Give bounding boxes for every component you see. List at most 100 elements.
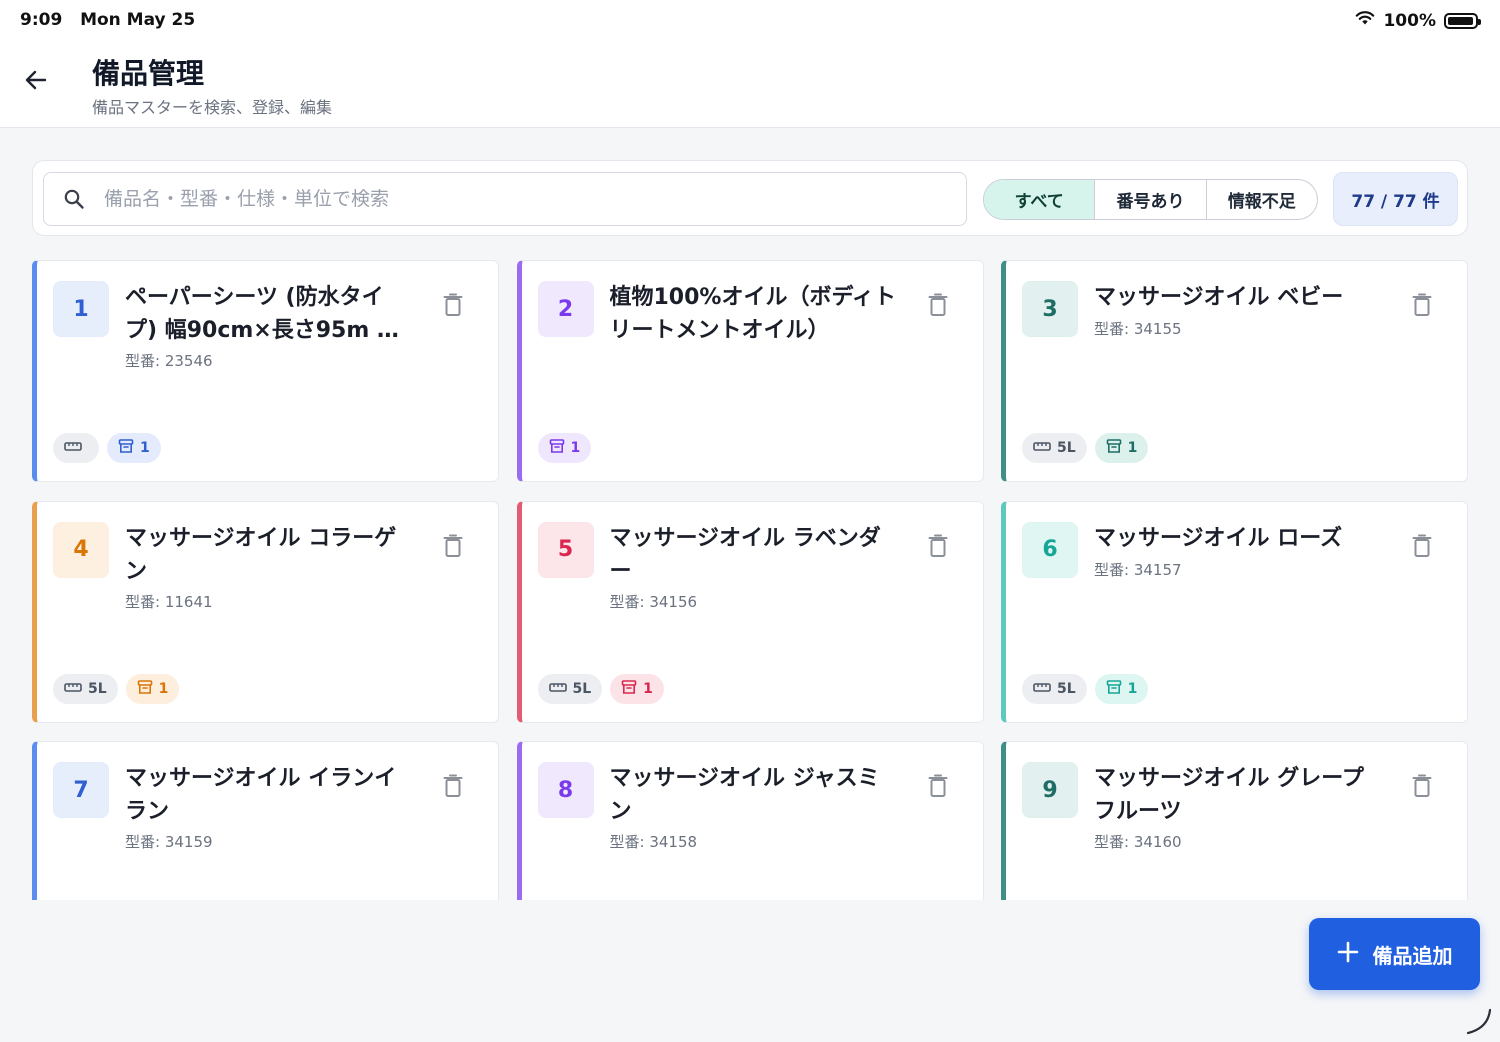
spec-chip: 5L [53,673,118,704]
battery-percent: 100% [1383,10,1436,31]
card-title: マッサージオイル ベビー [1094,285,1344,310]
equipment-card[interactable]: 5 マッサージオイル ラベンダー 型番: 34156 5L 1 [516,500,984,723]
trash-icon [1412,773,1432,803]
stock-chip-label: 1 [643,680,653,697]
equipment-card[interactable]: 4 マッサージオイル コラーゲン 型番: 11641 5L 1 [32,500,499,723]
spec-chip: 5L [537,673,603,704]
card-chips: 1 [53,433,161,463]
card-number-badge: 9 [1022,762,1078,818]
battery-tip [1478,18,1481,25]
stock-chip: 1 [125,673,180,704]
card-model-number: 型番: 34158 [609,833,698,851]
trash-icon [443,292,463,322]
equipment-card[interactable]: 2 植物100%オイル（ボディトリートメントオイル） 1 [516,260,984,482]
status-time: 9:09 Mon May 25 [20,10,196,30]
card-number-badge: 1 [53,281,109,337]
search-input[interactable] [104,188,944,210]
archive-box-icon [1106,679,1122,699]
filter-button-3[interactable]: 情報不足 [1207,180,1317,219]
card-number-badge: 8 [537,762,594,818]
spec-chip-label: 5L [1057,680,1076,697]
card-title: 植物100%オイル（ボディトリートメントオイル） [609,285,896,343]
trash-icon [928,533,948,563]
stock-chip-label: 1 [158,680,169,697]
trash-icon [928,292,948,322]
stock-chip-label: 1 [1127,680,1138,697]
ruler-icon [64,681,82,697]
stock-chip: 1 [537,433,592,463]
page-title: 備品管理 [92,57,205,90]
card-title: マッサージオイル グレープフルーツ [1094,766,1364,824]
ruler-icon [1033,440,1051,456]
equipment-card[interactable]: 9 マッサージオイル グレープフルーツ型番: 34160 [1001,741,1468,900]
stock-chip: 1 [1094,673,1149,704]
search-icon [44,172,104,226]
equipment-grid: 1 ペーパーシーツ (防水タイプ) 幅90cm×長さ95m … 型番: 23546 1… [32,260,1468,900]
delete-button[interactable] [437,770,469,806]
ruler-icon [64,440,82,456]
scroll-corner-indicator [1462,1006,1492,1036]
delete-button[interactable] [1406,530,1438,566]
wifi-icon [1355,10,1375,31]
equipment-card[interactable]: 7 マッサージオイル イランイラン型番: 34159 [32,741,499,900]
trash-icon [1412,533,1432,563]
result-count-badge: 77 / 77 件 [1333,172,1458,226]
card-chips: 1 [537,433,592,463]
spec-chip-label: 5L [572,680,592,697]
equipment-card[interactable]: 8 マッサージオイル ジャスミン型番: 34158 [516,741,984,900]
card-model-number: 型番: 34157 [1094,560,1182,579]
card-number-badge: 5 [537,521,594,578]
delete-button[interactable] [1406,289,1438,325]
delete-button[interactable] [437,530,469,566]
card-number-badge: 2 [537,281,594,337]
spec-chip: 5L [1022,673,1087,704]
page-subtitle: 備品マスターを検索、登録、編集 [92,98,333,117]
spec-chip [53,433,99,463]
equipment-card[interactable]: 6 マッサージオイル ローズ型番: 34157 5L 1 [1001,500,1468,723]
archive-box-icon [1106,438,1122,458]
card-number-badge: 3 [1022,281,1078,337]
card-chips: 5L 1 [1022,433,1149,463]
card-number-badge: 6 [1022,521,1078,578]
card-title: マッサージオイル ジャスミン [609,766,880,824]
delete-button[interactable] [1406,770,1438,806]
filter-segmented-control: すべて 番号あり 情報不足 [983,179,1318,220]
card-model-number: 型番: 23546 [125,352,213,370]
stock-chip: 1 [610,673,664,704]
archive-box-icon [549,438,565,458]
battery-fill [1448,16,1474,25]
equipment-card[interactable]: 3 マッサージオイル ベビー型番: 34155 5L 1 [1001,260,1468,482]
filter-button-2[interactable]: 番号あり [1095,180,1207,219]
ruler-icon [1033,681,1051,697]
search-box[interactable] [43,172,967,226]
delete-button[interactable] [922,289,954,325]
equipment-card[interactable]: 1 ペーパーシーツ (防水タイプ) 幅90cm×長さ95m … 型番: 23546 1 [32,260,499,482]
card-model-number: 型番: 34156 [609,592,698,611]
status-bar: 9:09 Mon May 25 100% [0,0,1500,42]
back-button[interactable] [18,64,54,100]
card-chips: 5L 1 [537,673,664,704]
stock-chip-label: 1 [140,440,150,456]
stock-chip: 1 [1094,433,1149,463]
delete-button[interactable] [922,530,954,566]
card-number-badge: 7 [53,762,109,818]
trash-icon [443,533,463,563]
delete-button[interactable] [437,289,469,325]
card-title: マッサージオイル イランイラン [125,766,397,824]
card-title: ペーパーシーツ (防水タイプ) 幅90cm×長さ95m … [125,285,399,343]
filter-button-1[interactable]: すべて [984,180,1096,219]
card-title: マッサージオイル ローズ [1094,525,1343,551]
card-model-number: 型番: 34160 [1094,833,1182,851]
trash-icon [443,773,463,803]
arrow-left-icon [23,67,49,97]
add-equipment-button[interactable]: 備品追加 [1309,918,1480,990]
card-number-badge: 4 [53,521,109,578]
plus-icon [1337,941,1359,968]
card-model-number: 型番: 11641 [125,592,213,611]
delete-button[interactable] [922,770,954,806]
card-model-number: 型番: 34159 [125,833,213,851]
trash-icon [1412,292,1432,322]
card-model-number: 型番: 34155 [1094,320,1182,338]
trash-icon [928,773,948,803]
archive-box-icon [118,438,134,458]
